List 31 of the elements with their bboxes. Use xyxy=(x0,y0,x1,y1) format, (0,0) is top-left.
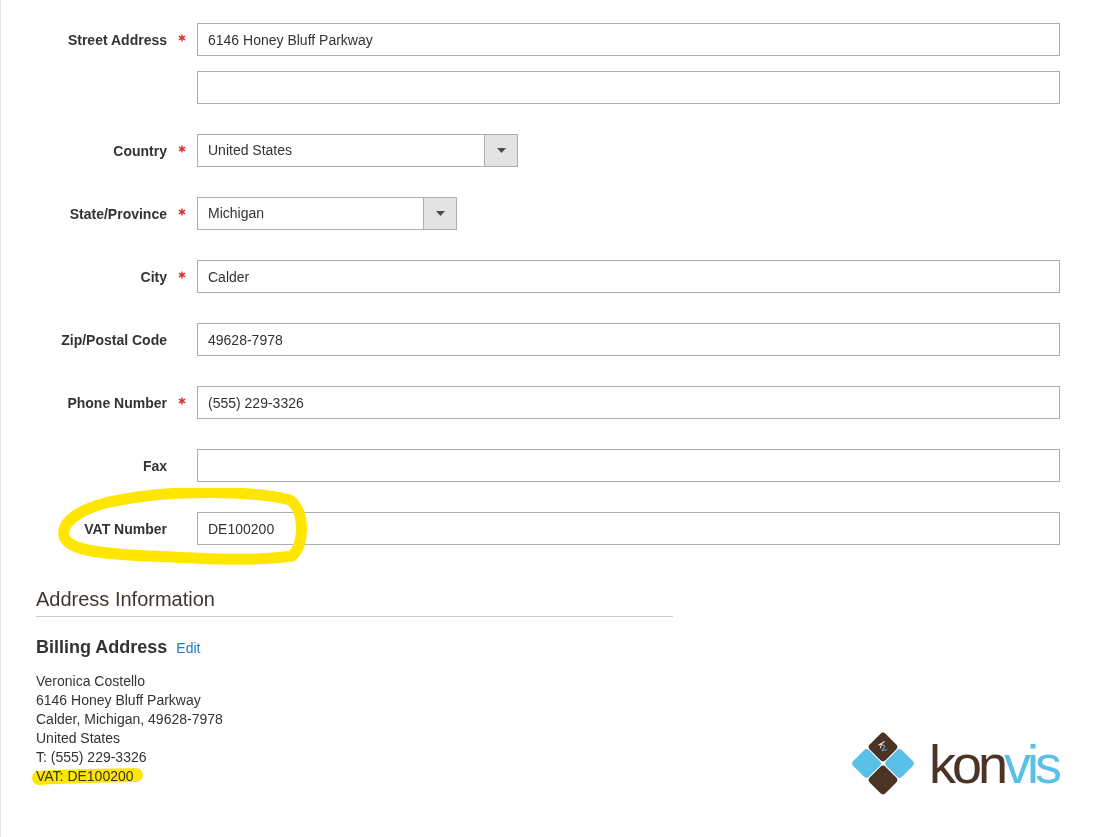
caret-down-icon[interactable] xyxy=(423,198,456,229)
address-line: VAT: DE100200 xyxy=(36,767,134,786)
select-dropdown[interactable]: United States xyxy=(197,134,518,167)
section-title: Address Information xyxy=(36,587,215,611)
field-label: Zip/Postal Code xyxy=(61,331,167,348)
field-label: Phone Number xyxy=(67,394,167,411)
field-label: Street Address xyxy=(67,31,167,48)
field-label: Fax xyxy=(142,457,167,474)
address-line: T: (555) 229-3326 xyxy=(36,748,147,767)
edit-link[interactable]: Edit xyxy=(176,639,201,657)
caret-down-icon[interactable] xyxy=(484,135,517,166)
text-input[interactable]: DE100200 xyxy=(197,512,1060,545)
logo-monogram: kv xyxy=(876,739,891,754)
address-line: Veronica Costello xyxy=(36,672,145,691)
logo-wordmark: konvis xyxy=(928,736,1058,791)
text-input[interactable]: 49628-7978 xyxy=(197,323,1060,356)
address-line: United States xyxy=(36,729,121,748)
field-label: City xyxy=(140,268,167,285)
field-label: Country xyxy=(113,142,167,159)
select-dropdown[interactable]: Michigan xyxy=(197,197,457,230)
text-input[interactable] xyxy=(197,71,1060,104)
text-input[interactable]: 6146 Honey Bluff Parkway xyxy=(197,23,1060,56)
address-line: 6146 Honey Bluff Parkway xyxy=(36,691,201,710)
field-label: State/Province xyxy=(69,205,167,222)
logo-mark-drawing xyxy=(850,731,916,796)
address-line: Calder, Michigan, 49628-7978 xyxy=(36,710,223,729)
field-label: VAT Number xyxy=(84,520,167,537)
text-input[interactable]: (555) 229-3326 xyxy=(197,386,1060,419)
text-input[interactable] xyxy=(197,449,1060,482)
billing-address-title: Billing Address xyxy=(36,636,168,658)
text-input[interactable]: Calder xyxy=(197,260,1060,293)
